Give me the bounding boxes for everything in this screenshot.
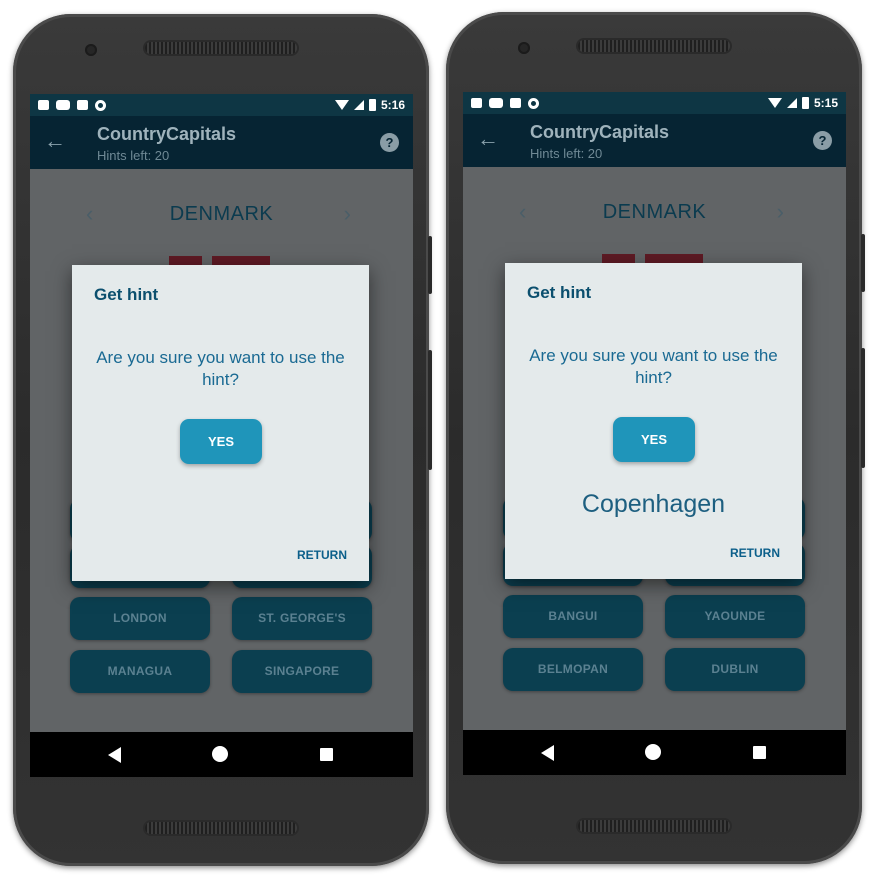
nav-back-icon[interactable] [108, 747, 121, 763]
sync-icon [528, 97, 539, 109]
dialog-message: Are you sure you want to use the hint? [96, 348, 345, 389]
speaker-grille-top [578, 40, 730, 52]
answer-button[interactable]: BANGUI [503, 595, 643, 638]
quiz-content: ‹ DENMARK › BANGUI YAOUNDE BELMOPAN DUBL… [463, 167, 846, 730]
answer-button[interactable]: YAOUNDE [665, 595, 805, 638]
arrow-back-icon[interactable]: ← [44, 128, 66, 154]
dialog-title: Get hint [94, 285, 159, 304]
answer-button[interactable]: DUBLIN [665, 648, 805, 691]
dialog-message: Are you sure you want to use the hint? [529, 346, 778, 387]
clock: 5:15 [813, 96, 838, 110]
speaker-grille-bottom [145, 822, 297, 834]
signal-icon [353, 100, 364, 110]
wifi-icon [767, 98, 782, 108]
screen: 5:16 ← CountryCapitals Hints left: 20 ? … [30, 94, 413, 777]
chevron-right-icon[interactable]: › [777, 199, 784, 225]
front-camera [85, 44, 97, 56]
hint-answer: Copenhagen [581, 490, 726, 518]
power-button [861, 348, 865, 468]
clock: 5:16 [380, 98, 405, 112]
nav-home-icon[interactable] [212, 746, 228, 762]
phone-left: 5:16 ← CountryCapitals Hints left: 20 ? … [13, 14, 432, 866]
hints-left: Hints left: 20 [97, 148, 170, 163]
hint-dialog: Get hint Are you sure you want to use th… [72, 265, 369, 581]
screen: 5:15 ← CountryCapitals Hints left: 20 ? … [463, 92, 846, 775]
status-bar: 5:15 [463, 92, 846, 114]
help-icon[interactable]: ? [380, 133, 399, 152]
phone-right: 5:15 ← CountryCapitals Hints left: 20 ? … [446, 12, 865, 864]
nav-home-icon[interactable] [645, 744, 661, 760]
youtube-icon [489, 98, 503, 108]
answer-button[interactable]: LONDON [70, 597, 210, 640]
sd-card-icon [77, 100, 88, 110]
app-bar: ← CountryCapitals Hints left: 20 ? [463, 114, 846, 167]
nav-back-icon[interactable] [541, 745, 554, 761]
help-icon[interactable]: ? [813, 131, 832, 150]
chevron-right-icon[interactable]: › [344, 201, 351, 227]
speaker-grille-bottom [578, 820, 730, 832]
return-button[interactable]: RETURN [297, 548, 347, 562]
sd-card-icon [510, 98, 521, 108]
status-bar: 5:16 [30, 94, 413, 116]
nav-recent-icon[interactable] [320, 748, 333, 761]
country-name: DENMARK [169, 203, 274, 225]
battery-icon [801, 97, 809, 109]
answer-button[interactable]: SINGAPORE [232, 650, 372, 693]
nav-bar [30, 732, 413, 777]
notification-a-icon [471, 98, 482, 108]
power-button [428, 350, 432, 470]
answer-button[interactable]: MANAGUA [70, 650, 210, 693]
arrow-back-icon[interactable]: ← [477, 126, 499, 152]
sync-icon [95, 99, 106, 111]
nav-bar [463, 730, 846, 775]
battery-icon [368, 99, 376, 111]
country-name: DENMARK [602, 201, 707, 223]
hint-dialog: Get hint Are you sure you want to use th… [505, 263, 802, 579]
youtube-icon [56, 100, 70, 110]
answer-button[interactable]: ST. GEORGE'S [232, 597, 372, 640]
signal-icon [786, 98, 797, 108]
wifi-icon [334, 100, 349, 110]
yes-button[interactable]: YES [613, 417, 695, 462]
nav-recent-icon[interactable] [753, 746, 766, 759]
quiz-content: ‹ DENMARK › LONDON ST. GEORGE'S MANAGUA … [30, 169, 413, 732]
hints-left: Hints left: 20 [530, 146, 603, 161]
return-button[interactable]: RETURN [730, 546, 780, 560]
app-title: CountryCapitals [97, 124, 237, 144]
dialog-title: Get hint [527, 283, 592, 302]
app-title: CountryCapitals [530, 122, 670, 142]
front-camera [518, 42, 530, 54]
volume-button [861, 234, 865, 292]
app-bar: ← CountryCapitals Hints left: 20 ? [30, 116, 413, 169]
speaker-grille-top [145, 42, 297, 54]
yes-button[interactable]: YES [180, 419, 262, 464]
answer-button[interactable]: BELMOPAN [503, 648, 643, 691]
volume-button [428, 236, 432, 294]
notification-a-icon [38, 100, 49, 110]
